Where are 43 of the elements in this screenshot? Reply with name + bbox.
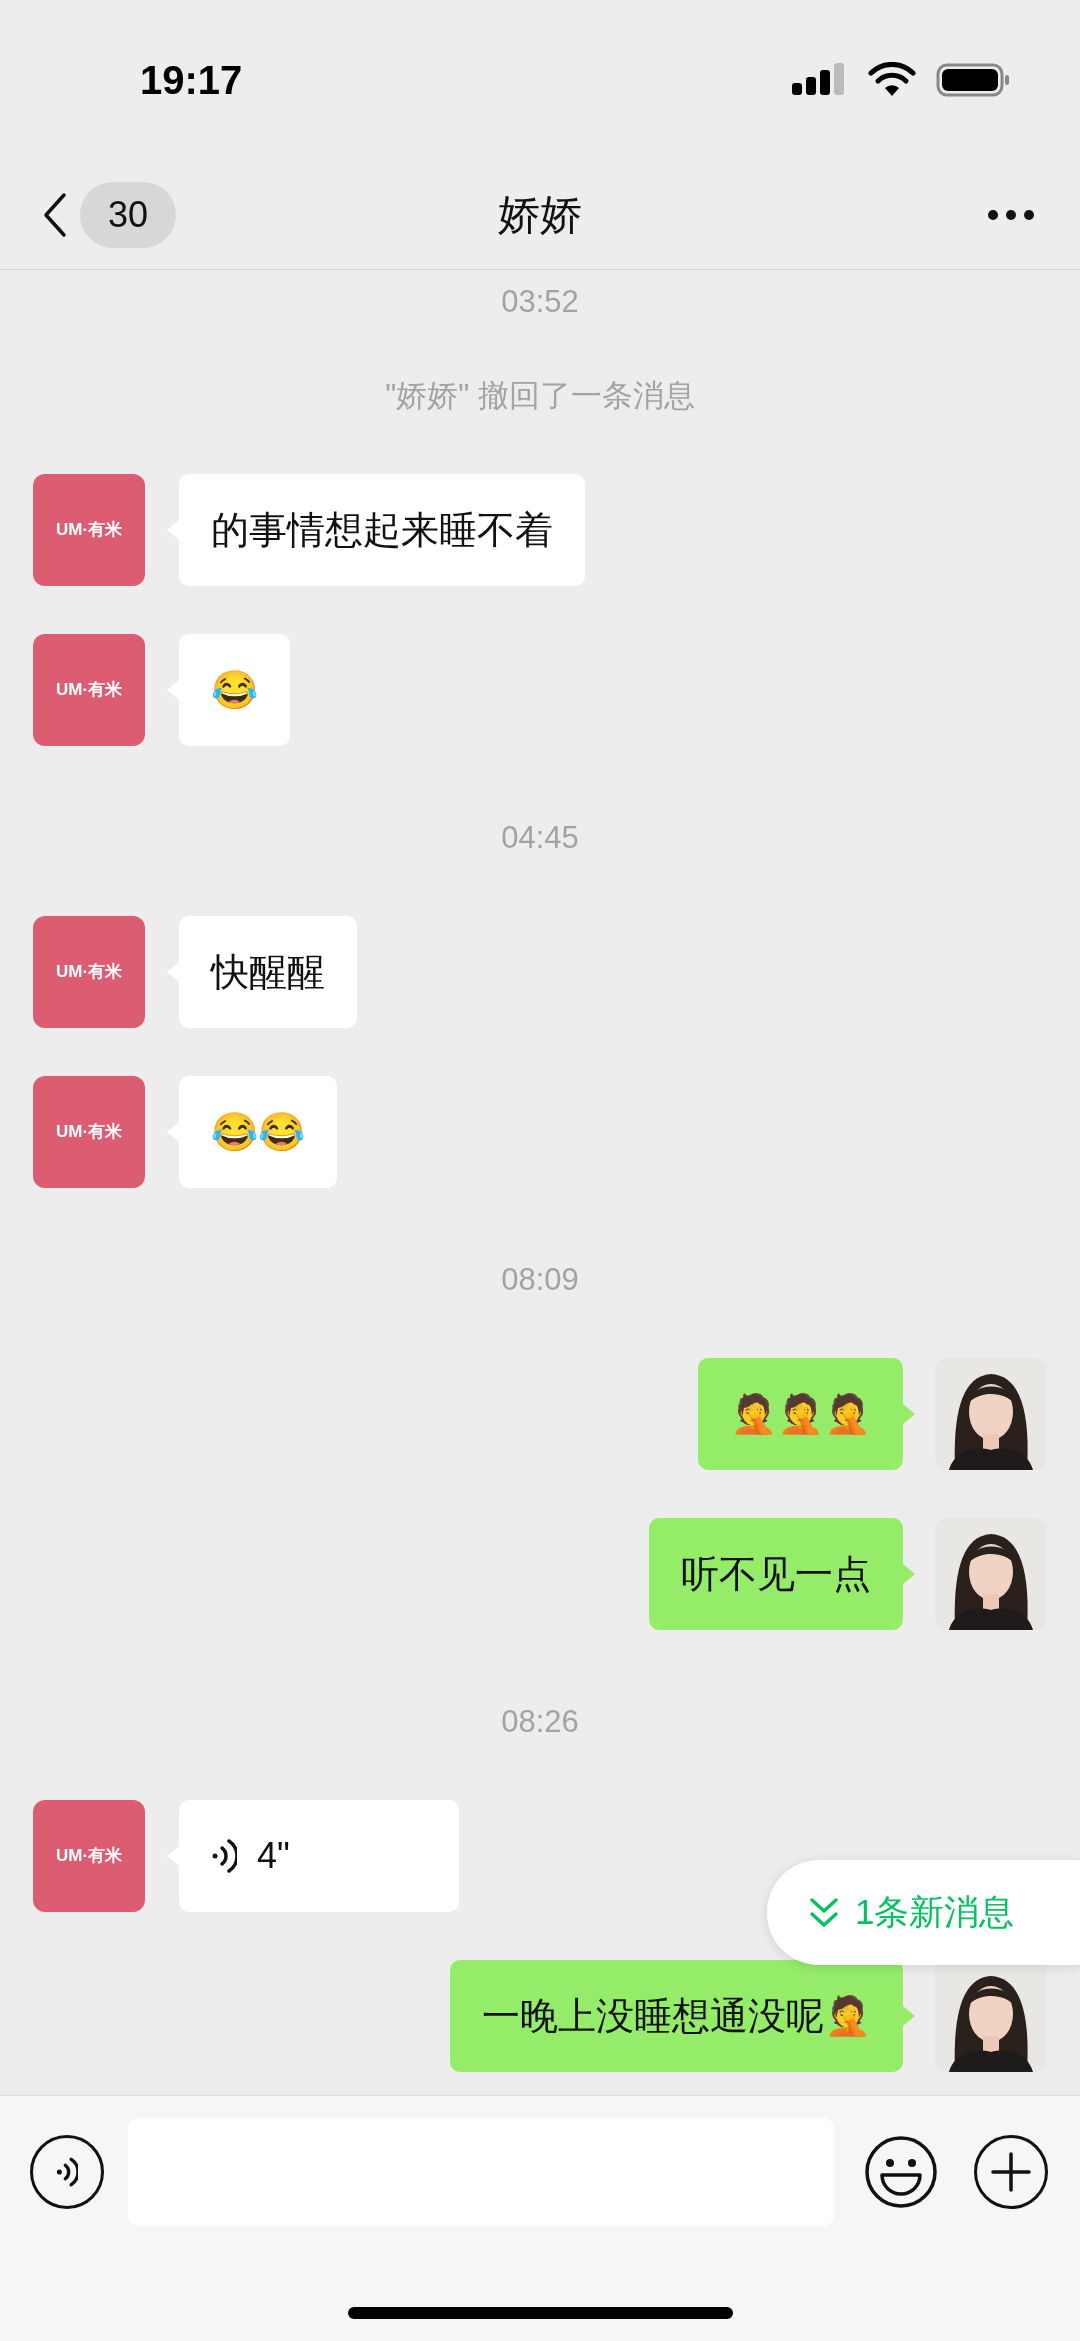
avatar[interactable]: UM·有米 <box>33 1076 145 1188</box>
smiley-icon <box>864 2135 938 2209</box>
message-bubble: 一晚上没睡想通没呢🤦 <box>450 1960 903 2072</box>
bubble-tail <box>903 1404 915 1424</box>
avatar-label: UM·有米 <box>55 679 123 702</box>
avatar[interactable]: UM·有米 <box>33 634 145 746</box>
message-bubble: 😂😂 <box>179 1076 337 1188</box>
recall-notice: "娇娇" 撤回了一条消息 <box>385 376 695 415</box>
add-button[interactable] <box>974 2135 1048 2209</box>
emoji-button[interactable] <box>864 2135 938 2209</box>
bubble-tail <box>903 1564 915 1584</box>
status-time: 19:17 <box>140 57 243 104</box>
message-bubble: 的事情想起来睡不着 <box>179 474 585 586</box>
timestamp: 04:45 <box>501 818 579 857</box>
battery-icon <box>936 63 1010 97</box>
avatar-label: UM·有米 <box>55 961 123 984</box>
avatar-label: UM·有米 <box>55 1121 123 1144</box>
unread-badge: 30 <box>80 181 177 248</box>
avatar-label: UM·有米 <box>55 519 123 542</box>
wifi-icon <box>868 62 916 98</box>
timestamp: 03:52 <box>501 282 579 321</box>
voice-wave-icon <box>56 2155 78 2189</box>
message-bubble: 🤦🤦🤦 <box>698 1358 903 1470</box>
message-bubble: 😂 <box>179 634 290 746</box>
voice-wave-icon <box>211 1836 237 1876</box>
voice-input-button[interactable] <box>30 2135 104 2209</box>
plus-icon <box>991 2152 1031 2192</box>
message-bubble: 听不见一点 <box>649 1518 903 1630</box>
voice-message[interactable]: 4" <box>179 1800 459 1912</box>
back-icon <box>42 190 68 239</box>
avatar[interactable]: UM·有米 <box>33 474 145 586</box>
chat-title: 娇娇 <box>498 190 582 240</box>
back-button[interactable]: 30 <box>42 181 177 248</box>
bubble-tail <box>903 2006 915 2026</box>
double-chevron-down-icon <box>809 1896 839 1929</box>
new-messages-toast[interactable]: 1条新消息 <box>767 1860 1080 1965</box>
message-bubble: 快醒醒 <box>179 916 357 1028</box>
avatar[interactable]: UM·有米 <box>33 1800 145 1912</box>
timestamp: 08:09 <box>501 1260 579 1299</box>
avatar-label: UM·有米 <box>55 1845 123 1868</box>
timestamp: 08:26 <box>501 1702 579 1741</box>
voice-duration: 4" <box>257 1834 290 1878</box>
avatar[interactable]: UM·有米 <box>33 916 145 1028</box>
